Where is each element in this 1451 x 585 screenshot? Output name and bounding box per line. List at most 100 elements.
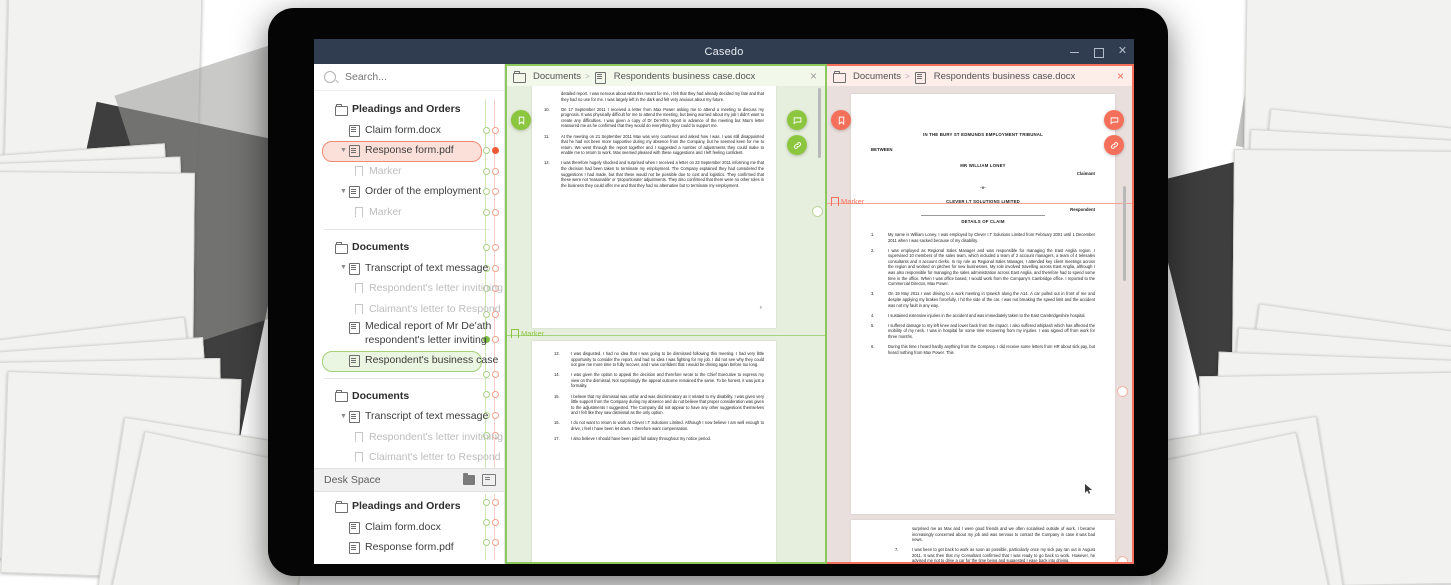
bookmark-fab-red[interactable]	[831, 110, 851, 130]
sidebar-item-documents-2[interactable]: ▼ Documents	[314, 386, 504, 407]
section-title: DETAILS OF CLAIM	[871, 219, 1095, 224]
comment-icon	[1110, 116, 1119, 125]
desk-space-label: Desk Space	[324, 474, 381, 486]
app-body: ▼ Pleadings and Orders ▼ Claim form.docx	[314, 64, 1134, 564]
document-icon	[594, 71, 605, 81]
sidebar-item-respondents-business-case-2[interactable]: ▼ Respondent's business case	[314, 468, 504, 469]
document-page-1-red: IN THE BURY ST EDMUNDS EMPLOYMENT TRIBUN…	[851, 94, 1115, 514]
comment-fab-red[interactable]	[1104, 110, 1124, 130]
bookmark-fab-green[interactable]	[511, 110, 531, 130]
paragraph-text: During this time I heard hardly anything…	[888, 344, 1095, 355]
chevron-down-icon[interactable]: ▼	[339, 264, 348, 271]
paragraph-number: 11.	[544, 134, 561, 156]
document-icon	[348, 145, 360, 156]
sidebar-item-order-of-the-employment[interactable]: ▼ Order of the employment	[314, 181, 504, 202]
scrollbar-green[interactable]	[818, 88, 821, 158]
breadcrumb-file[interactable]: Respondents business case.docx	[934, 71, 1076, 82]
search-bar[interactable]	[314, 64, 504, 91]
sidebar-item-label: Order of the employment	[365, 185, 481, 197]
close-pane-icon[interactable]: ×	[810, 70, 819, 82]
marker-tag-red[interactable]: Marker	[831, 197, 864, 206]
search-input[interactable]	[343, 70, 494, 84]
paragraph-text: I was employed as Regional Sales Manager…	[888, 248, 1095, 287]
marker-tag-green[interactable]: Marker	[511, 329, 544, 338]
document-icon	[914, 71, 925, 81]
paragraph-number: 16.	[554, 420, 571, 431]
tablet-device-frame: Casedo ✕	[268, 8, 1168, 576]
page2-top-partial: surprised me as Max and I were good frie…	[912, 526, 1095, 543]
paragraph-text: I was therefore hugely shocked and surpr…	[561, 160, 764, 188]
sidebar-item-label: Marker	[369, 165, 402, 177]
tablet-screen: Casedo ✕	[314, 39, 1134, 564]
sidebar-item-respondents-business-case-1[interactable]: ▼ Respondent's business case	[314, 350, 504, 371]
link-fab-green[interactable]	[787, 135, 807, 155]
pane-resize-grip-red-2[interactable]	[1117, 556, 1128, 562]
desk-item-label: Pleadings and Orders	[352, 500, 461, 512]
paragraph-number: 10.	[544, 107, 561, 129]
link-fab-red[interactable]	[1104, 135, 1124, 155]
window-controls: ✕	[1069, 39, 1128, 64]
sidebar-item-label: Medical report of Mr De'ath respondent's…	[365, 320, 493, 347]
bookmark-icon	[837, 116, 846, 125]
background-paper-stack-left	[0, 0, 300, 585]
breadcrumb-file[interactable]: Respondents business case.docx	[614, 71, 756, 82]
comment-fab-green[interactable]	[787, 110, 807, 130]
document-icon	[348, 542, 360, 553]
sidebar-item-label: Claimant's letter to Respond	[369, 451, 501, 463]
folder-icon	[335, 242, 347, 253]
pane-resize-grip-red[interactable]	[1117, 386, 1128, 397]
marker-icon	[352, 206, 364, 217]
scrollbar-red[interactable]	[1123, 186, 1126, 281]
folder-icon[interactable]	[463, 475, 475, 485]
paragraph-number: 17.	[554, 436, 571, 442]
close-pane-icon[interactable]: ×	[1117, 70, 1126, 82]
sidebar-item-label: Respondent's letter invitining	[369, 431, 503, 443]
breadcrumb-root[interactable]: Documents	[533, 71, 581, 82]
document-viewport-green[interactable]: detailed report. I was nervous about wha…	[507, 86, 825, 562]
sidebar-item-claimants-letter-to-respond-2[interactable]: Claimant's letter to Respond	[314, 447, 504, 468]
breadcrumb-green: Documents > Respondents business case.do…	[507, 66, 825, 86]
sidebar-item-label: Response form.pdf	[365, 144, 454, 156]
document-pane-red: Documents > Respondents business case.do…	[827, 64, 1134, 564]
paragraph-text: I do not want to return to work at Cleve…	[571, 420, 764, 431]
sidebar-item-marker-2[interactable]: Marker	[314, 202, 504, 223]
maximize-button[interactable]	[1093, 46, 1104, 57]
sidebar-divider-1	[324, 229, 490, 230]
sidebar-item-response-form-pdf[interactable]: ▼ Response form.pdf	[314, 140, 504, 161]
chevron-down-icon[interactable]: ▼	[339, 188, 348, 195]
document-page-2-red: surprised me as Max and I were good frie…	[851, 520, 1115, 562]
background-paper-stack-right	[1151, 0, 1451, 585]
document-icon	[348, 124, 360, 135]
close-button[interactable]: ✕	[1117, 46, 1128, 57]
pane-resize-grip-green[interactable]	[812, 206, 823, 217]
sidebar-item-medical-report[interactable]: ▼ Medical report of Mr De'ath respondent…	[314, 319, 504, 350]
document-icon	[348, 355, 360, 366]
paragraph-number: 12.	[544, 160, 561, 188]
chevron-down-icon[interactable]: ▼	[339, 413, 348, 420]
paragraph-number: 5.	[871, 323, 888, 340]
window-titlebar: Casedo ✕	[314, 39, 1134, 64]
desk-item-claim-form-docx[interactable]: ▼ Claim form.docx	[314, 517, 504, 538]
sidebar-item-claimants-letter-to-respond-1[interactable]: Claimant's letter to Respond	[314, 299, 504, 320]
document-icon[interactable]	[482, 474, 496, 486]
sidebar-item-label: Documents	[352, 390, 409, 402]
sidebar-item-transcript-of-text-message-2[interactable]: ▼ Transcript of text message	[314, 406, 504, 427]
sidebar-item-respondents-letter-invitining-1[interactable]: Respondent's letter invitining	[314, 278, 504, 299]
sidebar-item-claim-form-docx[interactable]: ▼ Claim form.docx	[314, 120, 504, 141]
sidebar-item-pleadings-and-orders[interactable]: ▼ Pleadings and Orders	[314, 99, 504, 120]
paragraph-text: I believe that my dismissal was unfair a…	[571, 394, 764, 416]
breadcrumb-root[interactable]: Documents	[853, 71, 901, 82]
chevron-down-icon[interactable]: ▼	[339, 147, 348, 154]
desk-item-pleadings-and-orders[interactable]: ▼ Pleadings and Orders	[314, 496, 504, 517]
sidebar-item-documents-1[interactable]: ▼ Documents	[314, 237, 504, 258]
sidebar-item-label: Respondent's business case	[365, 354, 498, 366]
link-icon	[1110, 141, 1119, 150]
sidebar-item-marker-1[interactable]: Marker	[314, 161, 504, 182]
sidebar-item-label: Transcript of text message	[365, 410, 488, 422]
paragraph-text: My name is William Loney. I was employed…	[888, 232, 1095, 243]
desk-item-response-form-pdf[interactable]: ▼ Response form.pdf	[314, 537, 504, 558]
sidebar-item-respondents-letter-invitining-2[interactable]: Respondent's letter invitining	[314, 427, 504, 448]
sidebar-item-transcript-of-text-message-1[interactable]: ▼ Transcript of text message	[314, 258, 504, 279]
document-viewport-red[interactable]: IN THE BURY ST EDMUNDS EMPLOYMENT TRIBUN…	[827, 86, 1132, 562]
minimize-button[interactable]	[1069, 46, 1080, 57]
